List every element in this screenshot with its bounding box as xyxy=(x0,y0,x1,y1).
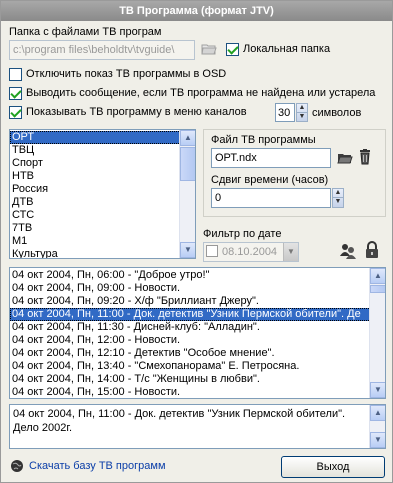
channel-list[interactable]: ОРТ ТВЦ Спорт НТВ Россия ДТВ СТС 7ТВ М1 Культура … xyxy=(9,129,196,259)
program-list-item[interactable]: 04 окт 2004, Пн, 11:30 - Дисней-клуб: "А… xyxy=(10,321,385,334)
disable-osd-checkbox[interactable] xyxy=(9,68,22,81)
delete-trash-icon[interactable] xyxy=(358,149,372,165)
local-folder-checkbox[interactable] xyxy=(226,43,239,56)
file-input[interactable]: ОРТ.ndx xyxy=(211,148,331,168)
scroll-up-icon[interactable]: ▲ xyxy=(370,268,385,284)
details-line-1: 04 окт 2004, Пн, 11:00 - Док. детектив "… xyxy=(13,408,346,420)
channel-list-scrollbar[interactable]: ▲ ▼ xyxy=(179,130,195,258)
program-list-item[interactable]: 04 окт 2004, Пн, 15:00 - Новости. xyxy=(10,386,385,398)
chars-label: символов xyxy=(312,107,362,119)
disable-osd-label: Отключить показ ТВ программы в OSD xyxy=(26,68,227,80)
scroll-down-icon[interactable]: ▼ xyxy=(370,382,385,398)
program-list-item[interactable]: 04 окт 2004, Пн, 11:00 - Док. детектив "… xyxy=(10,308,385,321)
time-shift-input[interactable]: 0 xyxy=(211,188,331,208)
date-filter-label: Фильтр по дате xyxy=(203,228,282,240)
download-tv-base-link[interactable]: Скачать базу ТВ программ xyxy=(29,460,166,472)
program-list-item[interactable]: 04 окт 2004, Пн, 09:20 - Х/ф "Бриллиант … xyxy=(10,295,385,308)
tv-program-window: ТВ Программа (формат JTV) Папка с файлам… xyxy=(0,0,393,483)
program-list-item[interactable]: 04 окт 2004, Пн, 12:00 - Новости. xyxy=(10,334,385,347)
details-line-2: Дело 2002г. xyxy=(13,422,73,434)
show-message-label: Выводить сообщение, если ТВ программа не… xyxy=(26,87,376,99)
program-list-scrollbar[interactable]: ▲ ▼ xyxy=(369,268,385,398)
program-list-item[interactable]: 04 окт 2004, Пн, 12:10 - Детектив "Особо… xyxy=(10,347,385,360)
date-dropdown-icon[interactable]: ▼ xyxy=(283,243,298,261)
folder-path-input[interactable]: c:\program files\beholdtv\tvguide\ xyxy=(9,40,195,60)
channel-list-item[interactable]: СТС xyxy=(10,209,195,222)
spin-down-icon[interactable]: ▼ xyxy=(297,113,307,122)
date-filter-checkbox[interactable] xyxy=(206,245,218,257)
scroll-thumb[interactable] xyxy=(370,285,385,293)
channel-list-item[interactable]: НТВ xyxy=(10,170,195,183)
open-file-icon[interactable] xyxy=(337,151,353,165)
program-list-item[interactable]: 04 окт 2004, Пн, 09:00 - Новости. xyxy=(10,282,385,295)
program-details: 04 окт 2004, Пн, 11:00 - Док. детектив "… xyxy=(9,404,386,449)
spin-up-icon[interactable]: ▲ xyxy=(297,104,307,113)
spin-down-icon[interactable]: ▼ xyxy=(333,198,343,207)
channel-list-item[interactable]: 7ТВ xyxy=(10,222,195,235)
scroll-up-icon[interactable]: ▲ xyxy=(370,405,385,421)
people-search-icon[interactable] xyxy=(339,242,357,260)
window-title: ТВ Программа (формат JTV) xyxy=(1,1,392,21)
date-filter-value: 08.10.2004 xyxy=(222,246,278,258)
time-shift-spinner[interactable]: ▲ ▼ xyxy=(332,188,344,208)
program-list-item[interactable]: 04 окт 2004, Пн, 14:00 - Т/с "Женщины в … xyxy=(10,373,385,386)
globe-icon xyxy=(11,460,23,472)
scroll-thumb[interactable] xyxy=(180,147,195,181)
program-list-item[interactable]: 04 окт 2004, Пн, 13:40 - "Смехопанорама"… xyxy=(10,360,385,373)
program-list-item[interactable]: 04 окт 2004, Пн, 06:00 - "Доброе утро!" xyxy=(10,269,385,282)
scroll-down-icon[interactable]: ▼ xyxy=(180,242,195,258)
channel-list-item[interactable]: ДТВ xyxy=(10,196,195,209)
scroll-up-icon[interactable]: ▲ xyxy=(180,130,195,146)
exit-button[interactable]: Выход xyxy=(281,456,385,478)
show-message-checkbox[interactable] xyxy=(9,87,22,100)
channel-list-item[interactable]: М1 xyxy=(10,235,195,248)
channel-list-item[interactable]: ТВЦ xyxy=(10,144,195,157)
channel-list-item[interactable]: Культура xyxy=(10,248,195,258)
chars-count-input[interactable]: 30 xyxy=(275,103,295,122)
local-folder-label: Локальная папка xyxy=(243,43,331,55)
channel-list-item[interactable]: Спорт xyxy=(10,157,195,170)
chars-count-spinner[interactable]: ▲ ▼ xyxy=(296,103,308,122)
details-scrollbar[interactable]: ▲ ▼ xyxy=(369,405,385,448)
spin-up-icon[interactable]: ▲ xyxy=(333,189,343,198)
folder-label: Папка с файлами ТВ програм xyxy=(9,26,162,38)
program-list[interactable]: 04 окт 2004, Пн, 06:00 - "Доброе утро!" 0… xyxy=(9,267,386,399)
show-in-menu-label: Показывать ТВ программу в меню каналов xyxy=(26,106,247,118)
channel-list-item[interactable]: Россия xyxy=(10,183,195,196)
show-in-menu-checkbox[interactable] xyxy=(9,106,22,119)
lock-icon[interactable] xyxy=(365,241,379,259)
channel-list-item[interactable]: ОРТ xyxy=(10,131,195,144)
file-label: Файл ТВ программы xyxy=(211,134,316,146)
shift-label: Сдвиг времени (часов) xyxy=(211,174,329,186)
scroll-down-icon[interactable]: ▼ xyxy=(370,432,385,448)
folder-open-icon[interactable] xyxy=(201,42,217,56)
